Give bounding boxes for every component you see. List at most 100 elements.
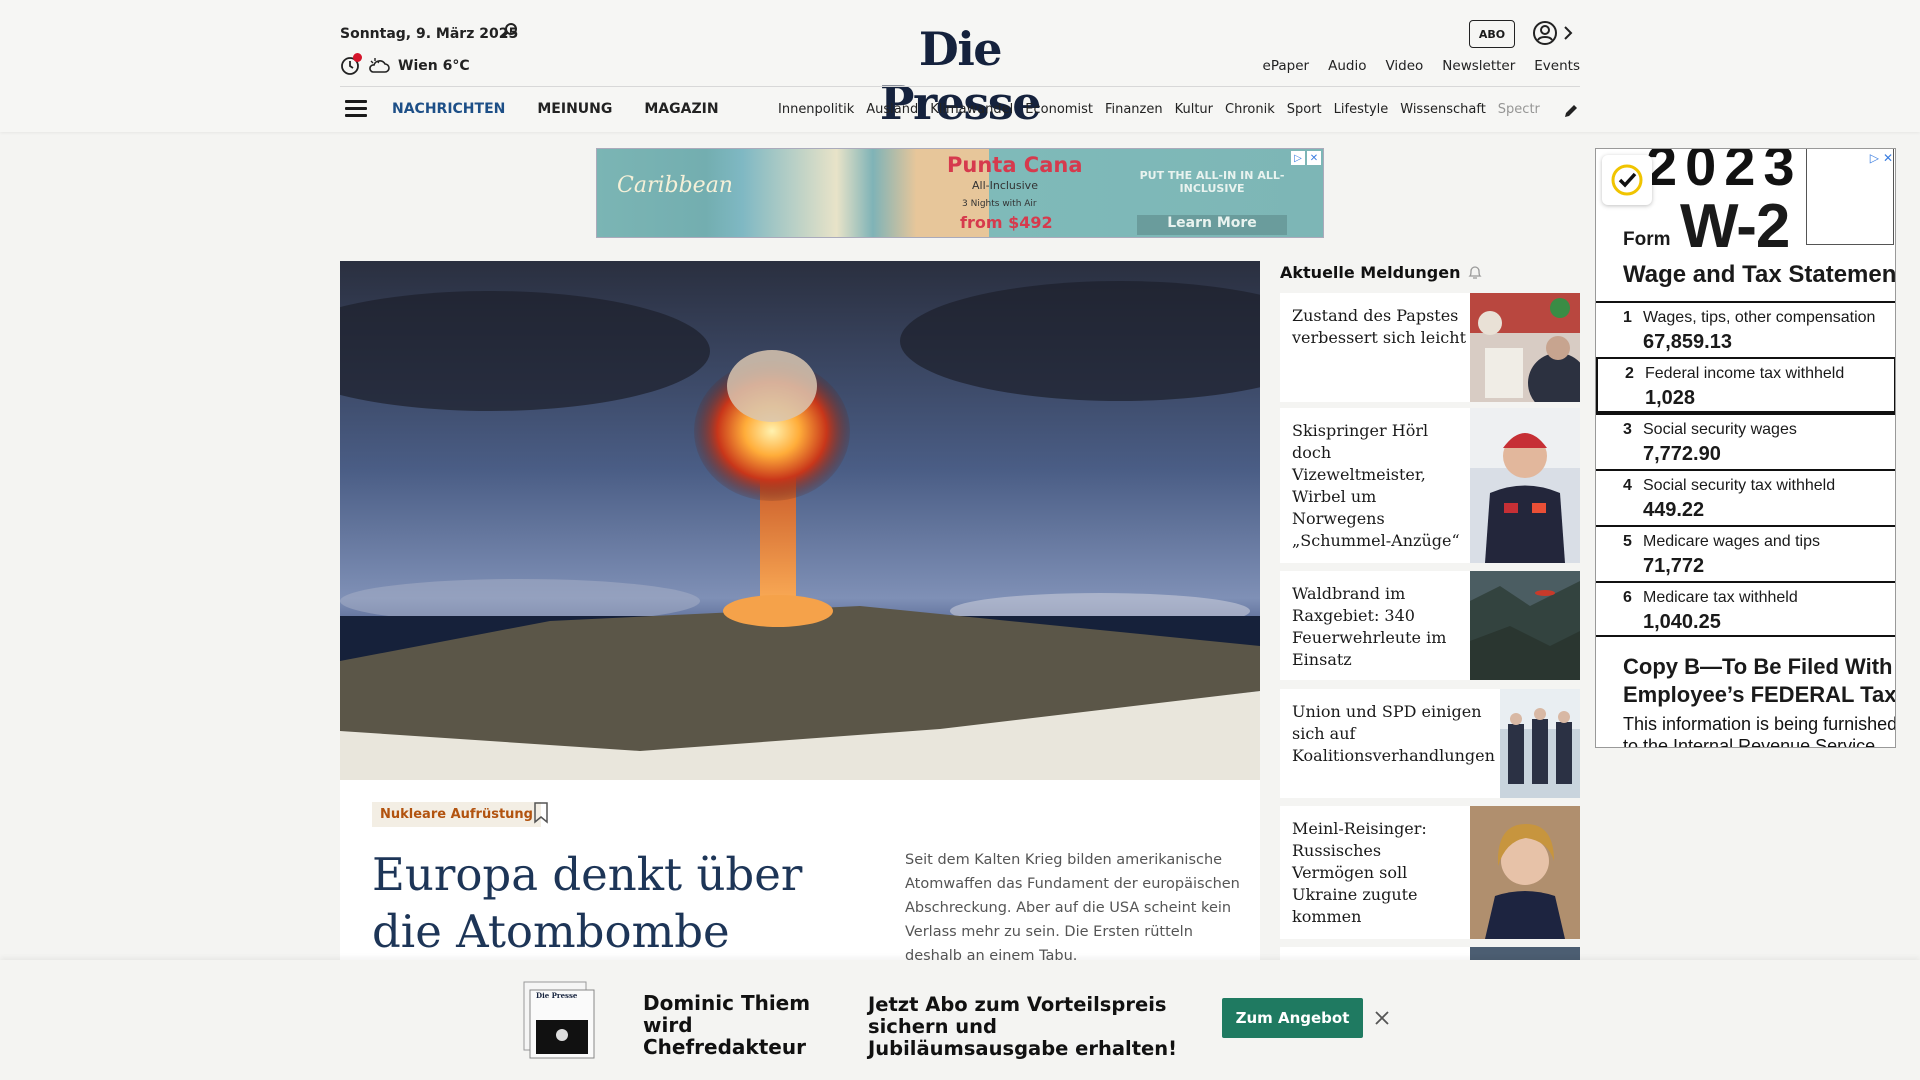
section-chronik[interactable]: Chronik	[1225, 102, 1275, 117]
section-kultur[interactable]: Kultur	[1175, 102, 1213, 117]
news-heading-label: Aktuelle Meldungen	[1280, 263, 1461, 282]
check-badge-icon	[1602, 155, 1652, 205]
news-item-skispringer[interactable]: Skispringer Hörl doch Vizeweltmeister, W…	[1280, 408, 1580, 563]
current-date: Sonntag, 9. März 2025	[340, 26, 519, 42]
news-item-partial[interactable]	[1280, 947, 1580, 960]
ad-cta[interactable]: Learn More	[1137, 215, 1287, 235]
section-nav: Innenpolitik Ausland Klimawandel Economi…	[778, 102, 1558, 117]
nav-nachrichten[interactable]: NACHRICHTEN	[392, 101, 505, 117]
link-newsletter[interactable]: Newsletter	[1442, 58, 1515, 74]
news-item-koalition[interactable]: Union und SPD einigen sich auf Koalition…	[1280, 689, 1580, 798]
news-item-title: Zustand des Papstes verbessert sich leic…	[1292, 306, 1466, 347]
link-audio[interactable]: Audio	[1328, 58, 1366, 74]
ad-subline: All-Inclusive	[972, 179, 1038, 192]
ad-nights: 3 Nights with Air	[962, 199, 1037, 209]
w2-info-line1: This information is being furnished	[1623, 714, 1896, 734]
section-wissenschaft[interactable]: Wissenschaft	[1400, 102, 1486, 117]
w2-form-name: W-2	[1680, 192, 1790, 261]
news-item-title: Skispringer Hörl doch Vizeweltmeister, W…	[1292, 421, 1460, 550]
newspaper-stack-image: Die Presse	[523, 981, 595, 1059]
offer-button[interactable]: Zum Angebot	[1222, 998, 1363, 1038]
weather-label: Wien 6°C	[398, 58, 470, 74]
section-ausland[interactable]: Ausland	[866, 102, 918, 117]
bookmark-icon[interactable]	[533, 802, 549, 824]
svg-text:Die Presse: Die Presse	[536, 991, 578, 1000]
ad-tagline: PUT THE ALL-IN IN ALL-INCLUSIVE	[1139, 169, 1285, 195]
w2-row-num: 1	[1623, 309, 1632, 326]
side-ad-w2[interactable]: 2023 ▷ ✕ Form W-2 Wage and Tax Statemen 1…	[1595, 148, 1896, 748]
weather-widget[interactable]: Wien 6°C	[340, 53, 470, 76]
news-thumbnail	[1500, 689, 1580, 798]
section-finanzen[interactable]: Finanzen	[1105, 102, 1163, 117]
abo-button[interactable]: ABO	[1469, 20, 1515, 48]
w2-row-label: Federal income tax withheld	[1645, 365, 1845, 382]
link-epaper[interactable]: ePaper	[1263, 58, 1310, 74]
ad-brand: Caribbean	[617, 173, 733, 198]
adchoices-icon[interactable]: ▷	[1291, 151, 1305, 165]
mushroom-cloud-image	[340, 261, 1260, 780]
ad-close-icon[interactable]: ✕	[1307, 151, 1321, 165]
w2-row-value: 1,040.25	[1643, 611, 1721, 633]
section-klimawandel[interactable]: Klimawandel	[930, 102, 1013, 117]
w2-row-label: Medicare tax withheld	[1643, 589, 1798, 606]
ad-choices[interactable]: ▷ ✕	[1291, 151, 1321, 165]
nav-divider	[340, 86, 1580, 87]
ad-close-icon[interactable]: ✕	[1883, 151, 1893, 165]
w2-row-num: 5	[1623, 533, 1632, 550]
nav-magazin[interactable]: MAGAZIN	[644, 101, 718, 117]
w2-row-value: 7,772.90	[1643, 443, 1721, 465]
news-thumbnail	[1470, 571, 1580, 680]
w2-row-label: Wages, tips, other compensation	[1643, 309, 1876, 326]
w2-row-num: 3	[1623, 421, 1632, 438]
w2-row-num: 6	[1623, 589, 1632, 606]
bell-icon[interactable]	[1467, 265, 1483, 281]
w2-row-label: Medicare wages and tips	[1643, 533, 1820, 550]
news-thumbnail	[1470, 947, 1580, 960]
pencil-icon[interactable]	[1562, 102, 1580, 120]
banner-title: Dominic Thiem wird Chefredakteur	[643, 991, 811, 1059]
w2-row: 4 Social security tax withheld 449.22	[1596, 469, 1895, 525]
section-lifestyle[interactable]: Lifestyle	[1334, 102, 1389, 117]
w2-row-value: 449.22	[1643, 499, 1705, 521]
top-banner-ad[interactable]: Caribbean Punta Cana All-Inclusive 3 Nig…	[596, 148, 1324, 238]
search-icon[interactable]	[501, 22, 519, 40]
w2-row: 1 Wages, tips, other compensation 67,859…	[1596, 301, 1895, 357]
chevron-right-icon[interactable]	[1563, 25, 1573, 41]
w2-row-value: 1,028	[1645, 387, 1696, 409]
w2-row-num: 2	[1625, 365, 1634, 382]
link-video[interactable]: Video	[1385, 58, 1423, 74]
section-spectrum[interactable]: Spectr	[1498, 102, 1540, 117]
w2-copy-line2: Employee’s FEDERAL Tax	[1623, 682, 1896, 707]
weather-cloud-icon	[369, 58, 390, 73]
ad-choices-side[interactable]: ▷ ✕	[1870, 151, 1893, 165]
w2-row-value: 71,772	[1643, 555, 1705, 577]
news-heading: Aktuelle Meldungen	[1280, 263, 1483, 282]
ad-price: from $492	[960, 213, 1053, 232]
adchoices-icon[interactable]: ▷	[1870, 151, 1879, 165]
close-icon[interactable]	[1374, 1010, 1390, 1026]
banner-text: Jetzt Abo zum Vorteilspreis sichern und …	[868, 993, 1178, 1060]
w2-row-label: Social security wages	[1643, 421, 1797, 438]
w2-row: 6 Medicare tax withheld 1,040.25	[1596, 581, 1895, 637]
topic-badge[interactable]: Nukleare Aufrüstung	[372, 802, 541, 827]
user-account-icon[interactable]	[1532, 20, 1558, 46]
section-innenpolitik[interactable]: Innenpolitik	[778, 102, 854, 117]
clock-icon	[340, 53, 362, 76]
w2-form-label: Form	[1623, 229, 1671, 250]
news-item-waldbrand[interactable]: Waldbrand im Raxgebiet: 340 Feuerwehrleu…	[1280, 571, 1580, 680]
link-events[interactable]: Events	[1534, 58, 1580, 74]
nav-meinung[interactable]: MEINUNG	[537, 101, 612, 117]
w2-row: 3 Social security wages 7,772.90	[1596, 413, 1895, 469]
w2-row-value: 67,859.13	[1643, 331, 1732, 353]
hero-image[interactable]	[340, 261, 1260, 780]
section-economist[interactable]: Economist	[1025, 102, 1093, 117]
menu-icon[interactable]	[345, 100, 367, 118]
news-item-meinl-reisinger[interactable]: Meinl-Reisinger: Russisches Vermögen sol…	[1280, 806, 1580, 939]
news-item-papst[interactable]: Zustand des Papstes verbessert sich leic…	[1280, 293, 1580, 402]
section-sport[interactable]: Sport	[1287, 102, 1322, 117]
ad-headline: Punta Cana	[947, 153, 1083, 177]
w2-copy-b: Copy B—To Be Filed With Employee’s FEDER…	[1623, 653, 1896, 709]
news-item-title: Meinl-Reisinger: Russisches Vermögen sol…	[1292, 819, 1427, 926]
w2-info: This information is being furnished to t…	[1623, 713, 1896, 747]
w2-title: Wage and Tax Statemen	[1623, 261, 1896, 288]
